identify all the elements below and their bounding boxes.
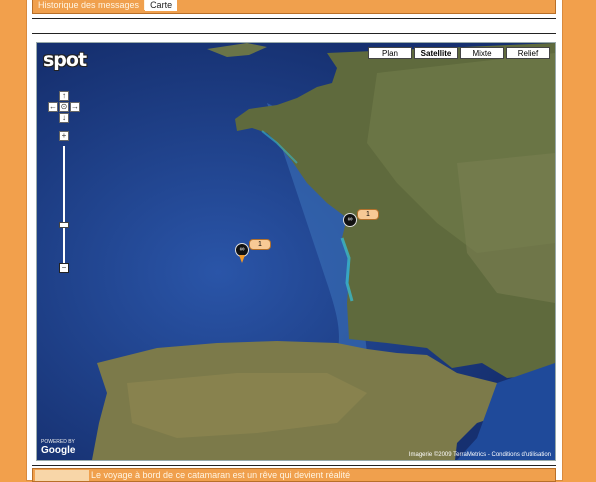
divider-line [32, 33, 556, 34]
pan-center-icon[interactable]: ⊙ [59, 102, 69, 112]
marker-count-badge: 1 [357, 209, 379, 220]
satellite-imagery[interactable] [37, 43, 555, 460]
map-view[interactable]: spot Plan Satellite Mixte Relief ↑ ← ⊙ →… [36, 42, 556, 461]
zoom-slider[interactable] [59, 146, 69, 272]
tab-message-history[interactable]: Historique des messages [33, 0, 144, 11]
tab-map[interactable]: Carte [145, 0, 178, 11]
pan-up-icon[interactable]: ↑ [59, 91, 69, 101]
map-marker[interactable]: ∞ 1 [235, 239, 275, 269]
map-type-mixte-button[interactable]: Mixte [460, 47, 504, 59]
zoom-slider-thumb[interactable] [59, 222, 69, 228]
bottom-bar-text: Le voyage à bord de ce catamaran est un … [91, 470, 351, 480]
pan-right-icon[interactable]: → [70, 102, 80, 112]
divider-line [32, 465, 556, 466]
zoom-out-button[interactable]: − [59, 263, 69, 273]
map-navigation-control: ↑ ← ⊙ → ↓ + − [44, 91, 84, 281]
thumbnail-image [35, 470, 89, 481]
spot-logo: spot [43, 49, 87, 71]
marker-count-badge: 1 [249, 239, 271, 250]
pan-down-icon[interactable]: ↓ [59, 113, 69, 123]
marker-pin-icon: ∞ [343, 213, 357, 227]
map-type-satellite-button[interactable]: Satellite [414, 47, 458, 59]
map-type-relief-button[interactable]: Relief [506, 47, 550, 59]
map-type-plan-button[interactable]: Plan [368, 47, 412, 59]
map-attribution[interactable]: Imagerie ©2009 TerraMetrics - Conditions… [409, 452, 551, 458]
top-tab-bar: Historique des messages Carte [32, 0, 556, 14]
divider-line [32, 18, 556, 19]
map-type-selector: Plan Satellite Mixte Relief [368, 47, 550, 59]
google-logo: POWERED BY Google [41, 439, 76, 456]
marker-stem [239, 255, 245, 263]
map-marker[interactable]: ∞ 1 [343, 209, 383, 239]
pan-left-icon[interactable]: ← [48, 102, 58, 112]
zoom-slider-track [63, 146, 65, 272]
zoom-in-button[interactable]: + [59, 131, 69, 141]
